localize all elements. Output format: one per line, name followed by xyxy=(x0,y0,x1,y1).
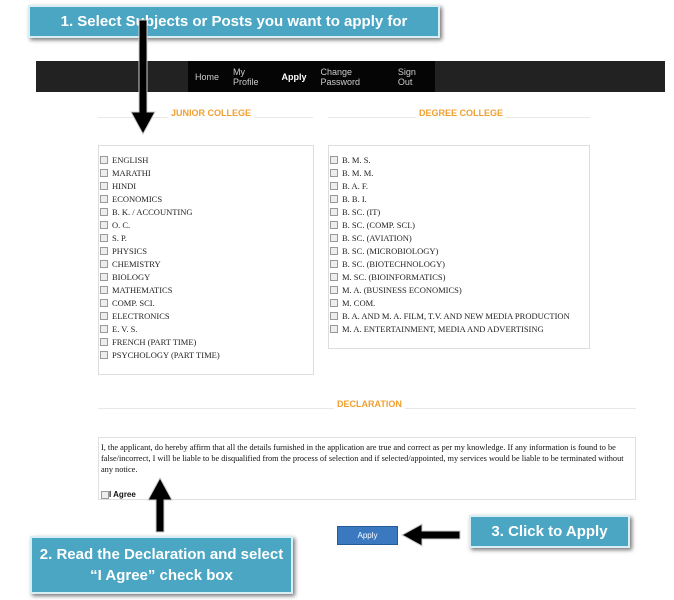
arrow-up-icon xyxy=(147,476,173,533)
annotation-arrows xyxy=(130,19,461,547)
arrow-left-icon xyxy=(400,523,461,547)
arrow-down-icon xyxy=(130,19,156,136)
